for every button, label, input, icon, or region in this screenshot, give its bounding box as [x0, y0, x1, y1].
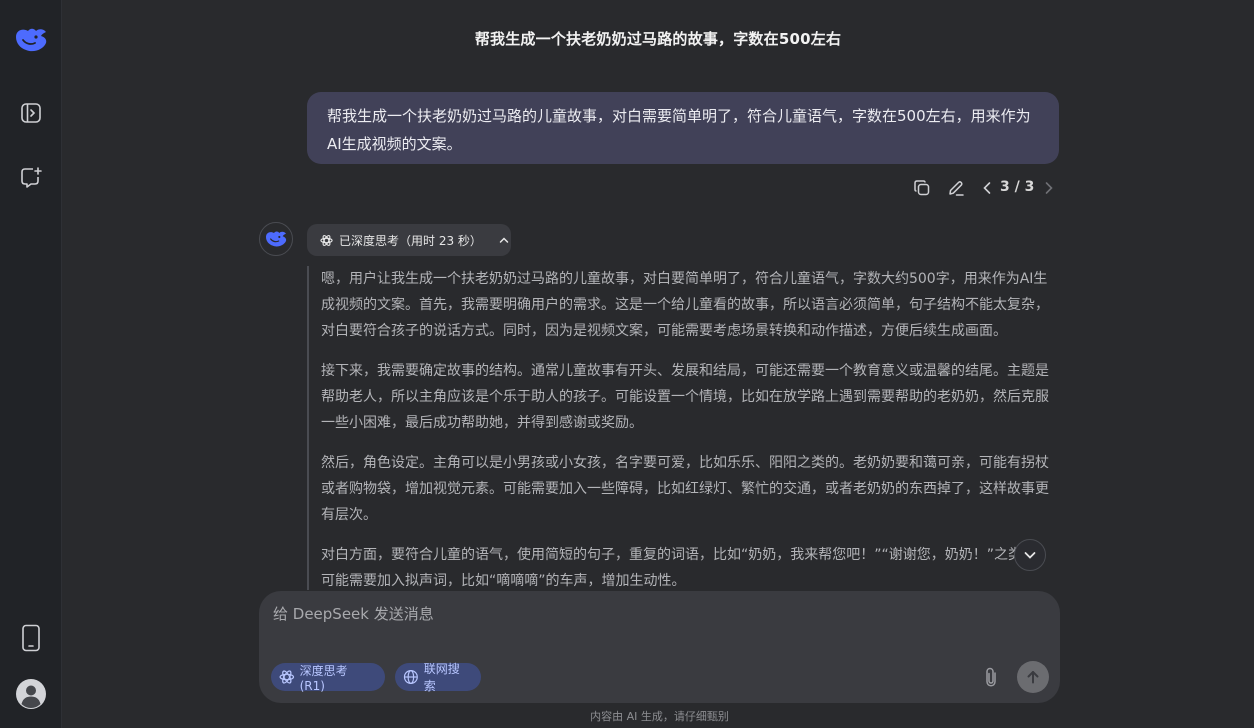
copy-button[interactable] [911, 176, 933, 200]
attach-file-button[interactable] [979, 663, 1003, 691]
assistant-avatar [259, 222, 293, 256]
chevron-right-icon [1045, 182, 1053, 194]
sidebar-toggle-icon [21, 103, 41, 123]
edit-button[interactable] [945, 176, 967, 200]
deep-think-r1-label: 深度思考 (R1) [299, 663, 348, 693]
scroll-to-bottom-button[interactable] [1014, 539, 1046, 571]
deep-think-label: 已深度思考（用时 23 秒） [339, 233, 482, 248]
chevron-down-icon [1024, 552, 1036, 559]
message-composer: 深度思考 (R1) 联网搜索 [259, 591, 1060, 703]
user-message-bubble: 帮我生成一个扶老奶奶过马路的儿童故事，对白需要简单明了，符合儿童语气，字数在50… [307, 92, 1059, 164]
atom-icon [279, 670, 295, 684]
reasoning-paragraph: 然后，角色设定。主角可以是小男孩或小女孩，名字要可爱，比如乐乐、阳阳之类的。老奶… [321, 455, 1049, 523]
user-avatar-icon [16, 679, 46, 709]
atom-icon [320, 234, 333, 246]
sidebar [0, 0, 62, 728]
deepseek-whale-icon [266, 231, 287, 247]
new-chat-icon [21, 167, 42, 188]
paperclip-icon [986, 667, 996, 687]
deep-think-toggle[interactable]: 已深度思考（用时 23 秒） [307, 224, 511, 256]
app-root: 帮我生成一个扶老奶奶过马路的故事，字数在500左右 帮我生成一个扶老奶奶过马路的… [0, 0, 1254, 728]
prev-version-button[interactable] [979, 176, 995, 200]
page-title: 帮我生成一个扶老奶奶过马路的故事，字数在500左右 [474, 30, 842, 48]
ai-disclaimer: 内容由 AI 生成，请仔细甄别 [590, 710, 729, 723]
copy-icon [914, 180, 930, 196]
globe-icon [403, 670, 418, 684]
next-version-button[interactable] [1041, 176, 1057, 200]
deep-think-r1-toggle[interactable]: 深度思考 (R1) [271, 663, 385, 693]
user-avatar-button[interactable] [11, 674, 51, 714]
deepseek-logo-icon[interactable] [11, 20, 51, 60]
chevron-up-icon [498, 234, 510, 246]
pencil-icon [949, 181, 964, 196]
reasoning-paragraph: 接下来，我需要确定故事的结构。通常儿童故事有开头、发展和结局，可能还需要一个教育… [321, 363, 1049, 431]
message-input[interactable] [273, 603, 1033, 639]
web-search-label: 联网搜索 [423, 662, 460, 693]
send-button[interactable] [1017, 661, 1049, 693]
open-sidebar-button[interactable] [11, 93, 51, 133]
web-search-toggle[interactable]: 联网搜索 [395, 662, 481, 693]
reasoning-paragraph: 对白方面，要符合儿童的语气，使用简短的句子，重复的词语，比如“奶奶，我来帮您吧！… [321, 547, 1051, 589]
arrow-up-icon [1027, 671, 1039, 684]
reasoning-content: 嗯，用户让我生成一个扶老奶奶过马路的儿童故事，对白要简单明了，符合儿童语气，字数… [307, 266, 1059, 590]
new-chat-button[interactable] [11, 158, 51, 198]
version-pager: 3 / 3 [1000, 179, 1035, 195]
phone-icon [22, 624, 40, 652]
reasoning-paragraph: 嗯，用户让我生成一个扶老奶奶过马路的儿童故事，对白要简单明了，符合儿童语气，字数… [321, 271, 1049, 339]
message-actions: 3 / 3 [905, 176, 1059, 200]
mobile-app-button[interactable] [11, 618, 51, 658]
chevron-left-icon [983, 182, 991, 194]
